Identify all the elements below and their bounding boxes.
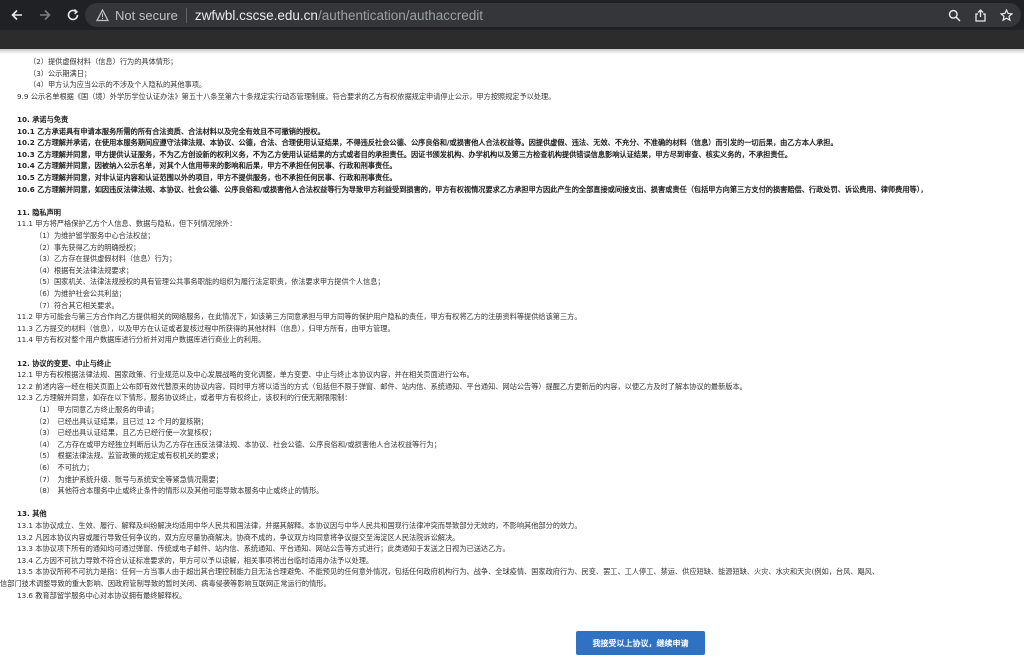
agreement-line: （4） 乙方存在或甲方经独立判断后认为乙方存在违反法律法规、本协议、社会公德、公… — [35, 439, 441, 449]
url-text[interactable]: zwfwbl.cscse.edu.cn/authentication/autha… — [195, 8, 483, 23]
accept-agreement-button[interactable]: 我接受以上协议，继续申请 — [576, 631, 705, 655]
agreement-line: （2） 已经出具认证结果，且已过 12 个月的复核期； — [35, 416, 208, 426]
browser-toolbar: Not secure zwfwbl.cscse.edu.cn/authentic… — [0, 0, 1024, 30]
security-label[interactable]: Not secure — [115, 8, 178, 23]
site-header — [0, 30, 1024, 49]
agreement-line: （7）符合其它相关要求。 — [35, 300, 119, 310]
agreement-line: （2）提供虚假材料（信息）行为的具体情形； — [29, 57, 178, 66]
agreement-line: （1）为维护留学服务中心合法权益； — [35, 231, 155, 240]
zoom-icon[interactable] — [945, 6, 963, 24]
agreement-line: 11.4 甲方有权对整个用户数据库进行分析并对用户数据库进行商业上的利用。 — [17, 335, 266, 345]
section-heading: 10. 承诺与免责 — [17, 115, 69, 124]
agreement-line: 13.1 本协议成立、生效、履行、解释及纠纷解决均适用中华人民共和国法律，并据其… — [17, 521, 582, 530]
bookmark-star-icon[interactable] — [997, 6, 1015, 24]
agreement-line: 12.1 甲方有权根据法律法规、国家政策、行业规范以及中心发展战略的变化调整，单… — [17, 370, 474, 380]
agreement-line: （3）公示期满日； — [29, 68, 92, 78]
agreement-line: 13.6 教育部留学服务中心对本协议拥有最终解释权。 — [17, 590, 187, 600]
agreement-line: 13.2 凡因本协议内容或履行导致任何争议的，双方应尽量协商解决。协商不成的，争… — [17, 532, 460, 542]
share-icon[interactable] — [971, 6, 989, 24]
agreement-line: 10.3 乙方理解并同意，甲方提供认证服务，不为乙方创设新的权利义务，不为乙方使… — [17, 149, 792, 159]
section-heading: 13. 其他 — [17, 509, 47, 519]
agreement-line: 12.2 前述内容一经在相关页面上公布即有效代替原来的协议内容，同时甲方将以适当… — [17, 381, 747, 391]
agreement-line: 11.1 甲方将严格保护乙方个人信息、数据与隐私，但下列情况除外： — [17, 219, 237, 229]
agreement-line: 10.5 乙方理解并同意，对非认证内容和认证范围以外的项目，甲方不提供服务，也不… — [17, 173, 397, 182]
agreement-line: （7） 为维护系统升级、账号与系统安全等紧急情况需要； — [35, 474, 223, 484]
agreement-line: 11.3 乙方提交的材料（信息），以及甲方在认证或者复核过程中所获得的其他材料（… — [17, 323, 395, 333]
address-bar[interactable]: Not secure zwfwbl.cscse.edu.cn/authentic… — [85, 3, 1021, 27]
agreement-line: （8） 其他符合本服务中止或终止条件的情形以及其他可能导致本服务中止或终止的情形… — [35, 486, 324, 496]
agreement-line: （5） 根据法律法规、监管政策的规定或有权机关的要求； — [35, 451, 223, 461]
agreement-line: （1） 甲方同意乙方终止服务的申请； — [35, 405, 159, 414]
agreement-line: 11.2 甲方可能会与第三方合作向乙方提供相关的网络服务，在此情况下，如该第三方… — [17, 312, 582, 322]
agreement-line: （3）乙方存在提供虚假材料（信息）行为； — [35, 254, 177, 264]
forward-icon[interactable] — [34, 4, 56, 26]
url-path: /authentication/authaccredit — [317, 7, 484, 23]
agreement-line: 13.5 本协议所称不可抗力是指：任何一方当事人由于超出其合理控制能力且无法合理… — [17, 567, 880, 577]
agreement-line: （5）国家机关、法律法规授权的具有管理公共事务职能的组织为履行法定职责，依法要求… — [35, 277, 385, 287]
agreement-line: 信部门技术调整导致的重大影响、因政府管制导致的暂时关闭、病毒侵袭等影响互联网正常… — [0, 579, 331, 588]
agreement-line: （4）根据有关法律法规要求； — [35, 265, 134, 275]
section-heading: 11. 隐私声明 — [17, 207, 61, 217]
back-icon[interactable] — [6, 4, 28, 26]
agreement-line: 12.3 乙方理解并同意，如存在以下情形，服务协议终止，或者甲方有权终止，该权利… — [17, 393, 352, 403]
section-heading: 12. 协议的变更、中止与终止 — [17, 358, 112, 368]
agreement-line: 10.4 乙方理解并同意，因被纳入公示名单，对其个人信用带来的影响和后果，甲方不… — [17, 161, 397, 171]
agreement-text: （2）提供虚假材料（信息）行为的具体情形； （3）公示期满日； （4）甲方认为应当公… — [0, 50, 1024, 663]
url-host: zwfwbl.cscse.edu.cn — [194, 7, 318, 23]
agreement-line: 10.1 乙方承诺具有申请本服务所需的所有合法资质、合法材料以及完全有效且不可撤… — [17, 126, 325, 136]
agreement-line: 13.4 乙方因不可抗力导致不符合认证标准要求的，甲方可以予以谅解，相关事项将出… — [17, 555, 374, 565]
agreement-line: 10.6 乙方理解并同意，如因违反法律法规、本协议、社会公德、公序良俗和/或损害… — [17, 184, 928, 194]
reload-icon[interactable] — [62, 4, 84, 26]
agreement-line: 9.9 公示名单根据《国（境）外学历学位认证办法》第五十八条至第六十条规定实行动… — [17, 91, 556, 101]
warning-icon[interactable] — [95, 8, 109, 22]
agreement-line: 13.3 本协议项下所有的通知均可通过弹窗、传统或电子邮件、站内信、系统通知、平… — [17, 544, 510, 554]
agreement-line: （2）事先获得乙方的明确授权； — [35, 242, 141, 252]
omnibox-divider — [185, 7, 187, 23]
agreement-line: （3） 已经出具认证结果，且乙方已经行使一次复核权； — [35, 428, 216, 438]
agreement-line: （6）为维护社会公共利益； — [35, 289, 126, 298]
agreement-line: （4）甲方认为应当公示的不涉及个人隐私的其他事项。 — [29, 80, 207, 90]
agreement-line: （6） 不可抗力； — [35, 463, 94, 472]
agreement-line: 10.2 乙方理解并承诺，在使用本服务期间应遵守法律法规、本协议、公德，合法、合… — [17, 138, 838, 148]
